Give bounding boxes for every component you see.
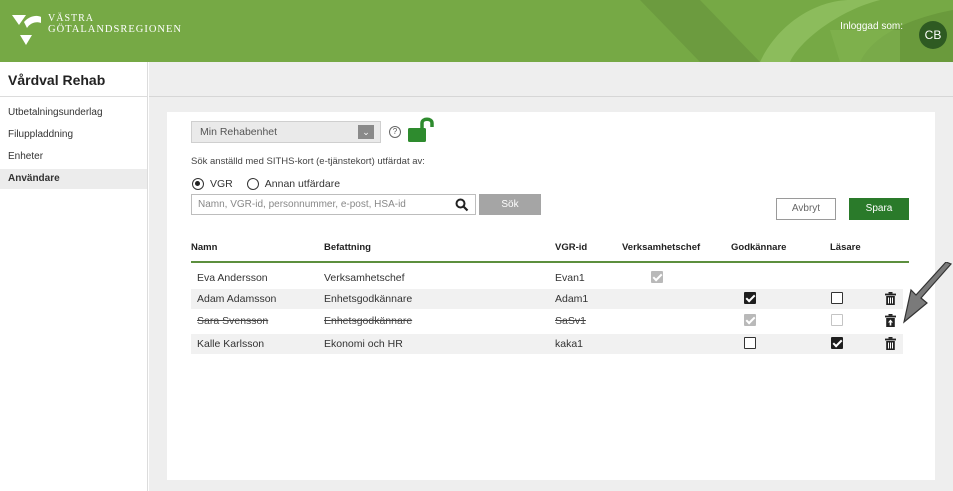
col-header-reader: Läsare (830, 242, 861, 253)
business-manager-checkbox (651, 271, 663, 283)
cell-vgr-id: Evan1 (555, 272, 585, 284)
avatar[interactable]: CB (919, 21, 947, 49)
cell-title: Enhetsgodkännare (324, 293, 413, 305)
search-button[interactable]: Sök (479, 194, 541, 215)
approver-checkbox[interactable] (744, 337, 756, 349)
table-row: Adam Adamsson Enhetsgodkännare Adam1 (191, 289, 903, 309)
col-header-vgr-id: VGR-id (555, 242, 588, 253)
sidebar-item-utbetalningsunderlag[interactable]: Utbetalningsunderlag (0, 103, 147, 123)
table-header-divider (191, 261, 909, 263)
pointer-arrow-icon (903, 262, 953, 324)
reader-checkbox[interactable] (831, 337, 843, 349)
top-bar (149, 62, 953, 97)
logo[interactable]: VÄSTRA GÖTALANDSREGIONEN (10, 13, 182, 47)
reader-checkbox[interactable] (831, 292, 843, 304)
unit-select-value: Min Rehabenhet (200, 126, 278, 138)
cell-vgr-id: kaka1 (555, 338, 584, 350)
vgr-logo-icon (12, 15, 41, 45)
logged-in-label: Inloggad som: (840, 21, 903, 32)
reader-checkbox (831, 314, 843, 326)
siths-issuer-label: Sök anställd med SITHS-kort (e-tjänsteko… (191, 156, 425, 167)
table-row: Sara Svensson Enhetsgodkännare SaSv1 (191, 311, 903, 331)
restore-trash-icon[interactable] (885, 314, 896, 327)
col-header-title: Befattning (324, 242, 371, 253)
save-button[interactable]: Spara (849, 198, 909, 220)
cell-title: Ekonomi och HR (324, 338, 403, 350)
table-row: Eva Andersson Verksamhetschef Evan1 (191, 268, 903, 288)
col-header-business-manager: Verksamhetschef (622, 242, 701, 253)
cell-name: Kalle Karlsson (197, 338, 265, 350)
cancel-button[interactable]: Avbryt (776, 198, 836, 220)
radio-vgr[interactable] (192, 178, 204, 190)
cell-name: Adam Adamsson (197, 293, 277, 305)
unit-select[interactable]: Min Rehabenhet ⌄ (191, 121, 381, 143)
cell-vgr-id: SaSv1 (555, 315, 586, 327)
logo-line-1: VÄSTRA (48, 13, 95, 24)
table-row: Kalle Karlsson Ekonomi och HR kaka1 (191, 334, 903, 354)
issuer-radio-group: VGR Annan utfärdare (192, 178, 340, 190)
help-icon[interactable]: ? (389, 126, 401, 138)
cell-name: Sara Svensson (197, 315, 269, 327)
logo-line-2: GÖTALANDSREGIONEN (48, 24, 182, 35)
trash-icon[interactable] (885, 337, 896, 350)
cell-name: Eva Andersson (197, 272, 268, 284)
sidebar-item-enheter[interactable]: Enheter (0, 147, 147, 167)
cell-title: Verksamhetschef (324, 272, 405, 284)
cell-title: Enhetsgodkännare (324, 315, 413, 327)
unlocked-padlock-icon[interactable] (406, 117, 436, 143)
sidebar-item-anvandare[interactable]: Användare (0, 169, 147, 189)
search-icon[interactable] (455, 198, 469, 212)
trash-icon[interactable] (885, 292, 896, 305)
search-field (191, 194, 476, 215)
sidebar: Vårdval Rehab Utbetalningsunderlag Filup… (0, 62, 148, 491)
col-header-approver: Godkännare (731, 242, 787, 253)
radio-other-issuer[interactable] (246, 178, 259, 190)
app-header: VÄSTRA GÖTALANDSREGIONEN Inloggad som: C… (0, 0, 953, 62)
approver-checkbox (744, 314, 756, 326)
sidebar-title: Vårdval Rehab (0, 62, 147, 97)
col-header-name: Namn (191, 242, 218, 253)
cell-vgr-id: Adam1 (555, 293, 589, 305)
radio-other-issuer-label: Annan utfärdare (264, 178, 341, 190)
chevron-down-icon[interactable]: ⌄ (358, 125, 374, 139)
search-input[interactable] (192, 195, 442, 214)
radio-vgr-label: VGR (210, 178, 233, 190)
sidebar-item-filuppladdning[interactable]: Filuppladdning (0, 125, 147, 145)
approver-checkbox[interactable] (744, 292, 756, 304)
